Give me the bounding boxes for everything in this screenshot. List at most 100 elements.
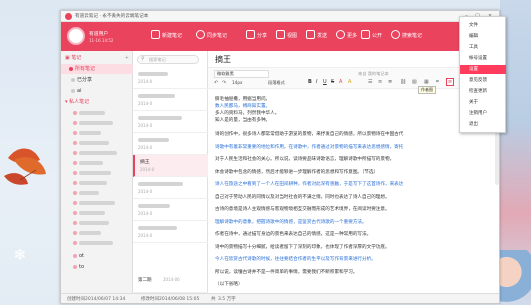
list-item-date: 2014-0 xyxy=(138,189,153,194)
word-count: 3.5 万字 xyxy=(218,297,236,302)
modified-value: 2014/06/08 15:05 xyxy=(159,297,200,302)
font-select[interactable]: 微软雅黑 xyxy=(214,70,269,78)
blurred-label xyxy=(79,120,113,125)
menu-item[interactable]: 文件 xyxy=(460,21,506,30)
public-button[interactable]: 公开 xyxy=(361,29,382,44)
image-icon[interactable]: ▧ xyxy=(412,79,417,85)
more-button[interactable]: 更多 xyxy=(336,29,357,44)
format-bar: 微软雅黑 来自 我的笔记本 ↶ ↷ 14px 段落格式 B I U S A A … xyxy=(208,67,499,94)
highlight-button[interactable]: A xyxy=(348,79,351,85)
list-item[interactable]: 2014-0 xyxy=(133,111,208,133)
notebook-sidebar: ▣ 笔记 + 所有笔记 已分享 ai ▾ 私人笔记 ot to xyxy=(61,51,133,293)
sidebar-item-ai[interactable]: ai xyxy=(61,86,133,96)
underline-button[interactable]: U xyxy=(323,79,327,85)
note-text-line: 作者在诗中，通过描写身边的景色来表达自己的情感，这是一种常用的写法。 xyxy=(215,232,372,237)
sidebar-item[interactable] xyxy=(61,108,133,118)
search-notes-button[interactable]: 搜索笔记 xyxy=(391,29,422,44)
list-item-date: 2014-0 xyxy=(138,123,153,128)
sidebar-item[interactable] xyxy=(61,198,133,208)
sidebar-item[interactable] xyxy=(61,218,133,228)
folder-icon xyxy=(69,66,73,71)
list-item[interactable]: 2014-0 xyxy=(133,67,208,89)
menu-item[interactable]: 意见反馈 xyxy=(460,76,506,85)
menu-item[interactable]: 注销用户 xyxy=(460,109,506,118)
menu-item[interactable]: 检查更新 xyxy=(460,87,506,96)
bullet-list-icon[interactable]: ☰ xyxy=(368,79,372,85)
sidebar-item[interactable] xyxy=(61,168,133,178)
note-text-line: 自己对于劳动人民的同情以及对当时社会的不满之情，同时也表达了诗人自己的理想。 xyxy=(215,194,390,200)
menu-item[interactable]: 编辑 xyxy=(460,32,506,41)
sidebar-item-shared[interactable]: 已分享 xyxy=(61,75,133,85)
bold-button[interactable]: B xyxy=(308,79,312,85)
sidebar-header: ▣ 笔记 + xyxy=(65,53,129,63)
username[interactable]: 有道用户 xyxy=(89,30,108,37)
sync-button[interactable]: 同步笔记 xyxy=(196,29,227,44)
sidebar-item[interactable] xyxy=(61,118,133,128)
list-item-date: 2014-0 xyxy=(140,167,155,172)
align-active-icon[interactable]: ≡ xyxy=(446,78,454,86)
sidebar-item[interactable] xyxy=(61,178,133,188)
share-button[interactable]: 分享 xyxy=(246,29,267,44)
list-item[interactable]: 2014-0 xyxy=(133,199,208,221)
menu-item[interactable]: 退出 xyxy=(460,120,506,129)
redo-icon[interactable]: ↷ xyxy=(222,80,226,86)
menu-item[interactable]: 帐号设置 xyxy=(460,54,506,63)
paragraph-format-select[interactable]: 段落格式 xyxy=(268,80,285,86)
note-title[interactable]: 摘王 xyxy=(215,54,231,66)
created-label: 创建时间 xyxy=(67,297,85,302)
strike-button[interactable]: S xyxy=(331,79,334,85)
blurred-label xyxy=(79,170,111,175)
list-item[interactable]: 2014-0 xyxy=(133,89,208,111)
list-item-title: 第二期 xyxy=(138,278,152,283)
menu-item[interactable]: 工具 xyxy=(460,43,506,52)
tooltip: 作者图 xyxy=(418,86,436,94)
folder-icon xyxy=(73,210,77,215)
sidebar-item-private[interactable]: ▾ 私人笔记 xyxy=(61,97,133,107)
list-search-box[interactable]: ⚲ 搜索笔记 xyxy=(137,55,199,64)
blurred-label xyxy=(79,220,109,225)
menu-item[interactable]: 设置 xyxy=(460,65,506,74)
align-icon[interactable]: ≣ xyxy=(388,79,392,85)
note-paragraph[interactable]: 知人是的量，当由有多种。 xyxy=(215,117,477,124)
note-text-line: 体会诗歌中包含的情感，然后才能够进一步理解作者的思想和写作意图。（节选） xyxy=(215,169,379,175)
new-note-button[interactable]: 新建笔记 xyxy=(151,29,182,44)
list-item[interactable]: 2014-0 xyxy=(133,177,208,199)
sidebar-item[interactable] xyxy=(61,138,133,148)
menu-item[interactable]: 关于 xyxy=(460,98,506,107)
list-item[interactable]: 摘王 2014-0 xyxy=(133,155,208,177)
sidebar-item[interactable] xyxy=(61,208,133,218)
list-item-title xyxy=(138,138,169,142)
list-item[interactable]: 2014-0 xyxy=(133,133,208,155)
main-toolbar: 有道用户 11-16 14:52 新建笔记 同步笔记 分享 视图 发送 更多 公… xyxy=(61,22,499,51)
undo-icon[interactable]: ↶ xyxy=(214,80,218,86)
sidebar-item-to[interactable]: to xyxy=(61,262,133,272)
title-bar: 有道云笔记 · 永不丢失的云端笔记本 – □ × xyxy=(61,11,499,22)
blurred-label xyxy=(79,160,103,165)
sidebar-item-all-notes[interactable]: 所有笔记 xyxy=(61,64,133,74)
italic-button[interactable]: I xyxy=(316,79,317,85)
avatar[interactable] xyxy=(67,27,85,45)
send-button[interactable]: 发送 xyxy=(306,29,327,44)
sidebar-item[interactable] xyxy=(61,238,133,248)
folder-icon xyxy=(73,240,77,245)
table-icon[interactable]: ▦ xyxy=(424,79,429,85)
view-icon xyxy=(276,30,285,39)
list-item[interactable]: 2014-0 xyxy=(133,221,208,243)
sidebar-item[interactable] xyxy=(61,128,133,138)
add-notebook-icon[interactable]: + xyxy=(125,53,129,63)
autumn-leaves-decoration xyxy=(4,148,46,185)
view-button[interactable]: 视图 xyxy=(276,29,297,44)
sidebar-item[interactable] xyxy=(61,158,133,168)
numbered-list-icon[interactable]: ≡ xyxy=(378,79,382,85)
sidebar-item[interactable] xyxy=(61,228,133,238)
sidebar-item-ot[interactable]: ot xyxy=(61,251,133,261)
list-item[interactable]: 第二期 2014-06 xyxy=(133,271,208,293)
link-icon[interactable]: ⛓ xyxy=(400,79,406,85)
search-icon: ⚲ xyxy=(141,56,145,62)
font-color-button[interactable]: A xyxy=(339,79,342,85)
sidebar-item[interactable] xyxy=(61,188,133,198)
sidebar-item[interactable] xyxy=(61,148,133,158)
font-size-select[interactable]: 14px xyxy=(232,80,242,85)
code-icon[interactable]: ⌗ xyxy=(436,79,439,85)
folder-icon xyxy=(73,110,77,115)
